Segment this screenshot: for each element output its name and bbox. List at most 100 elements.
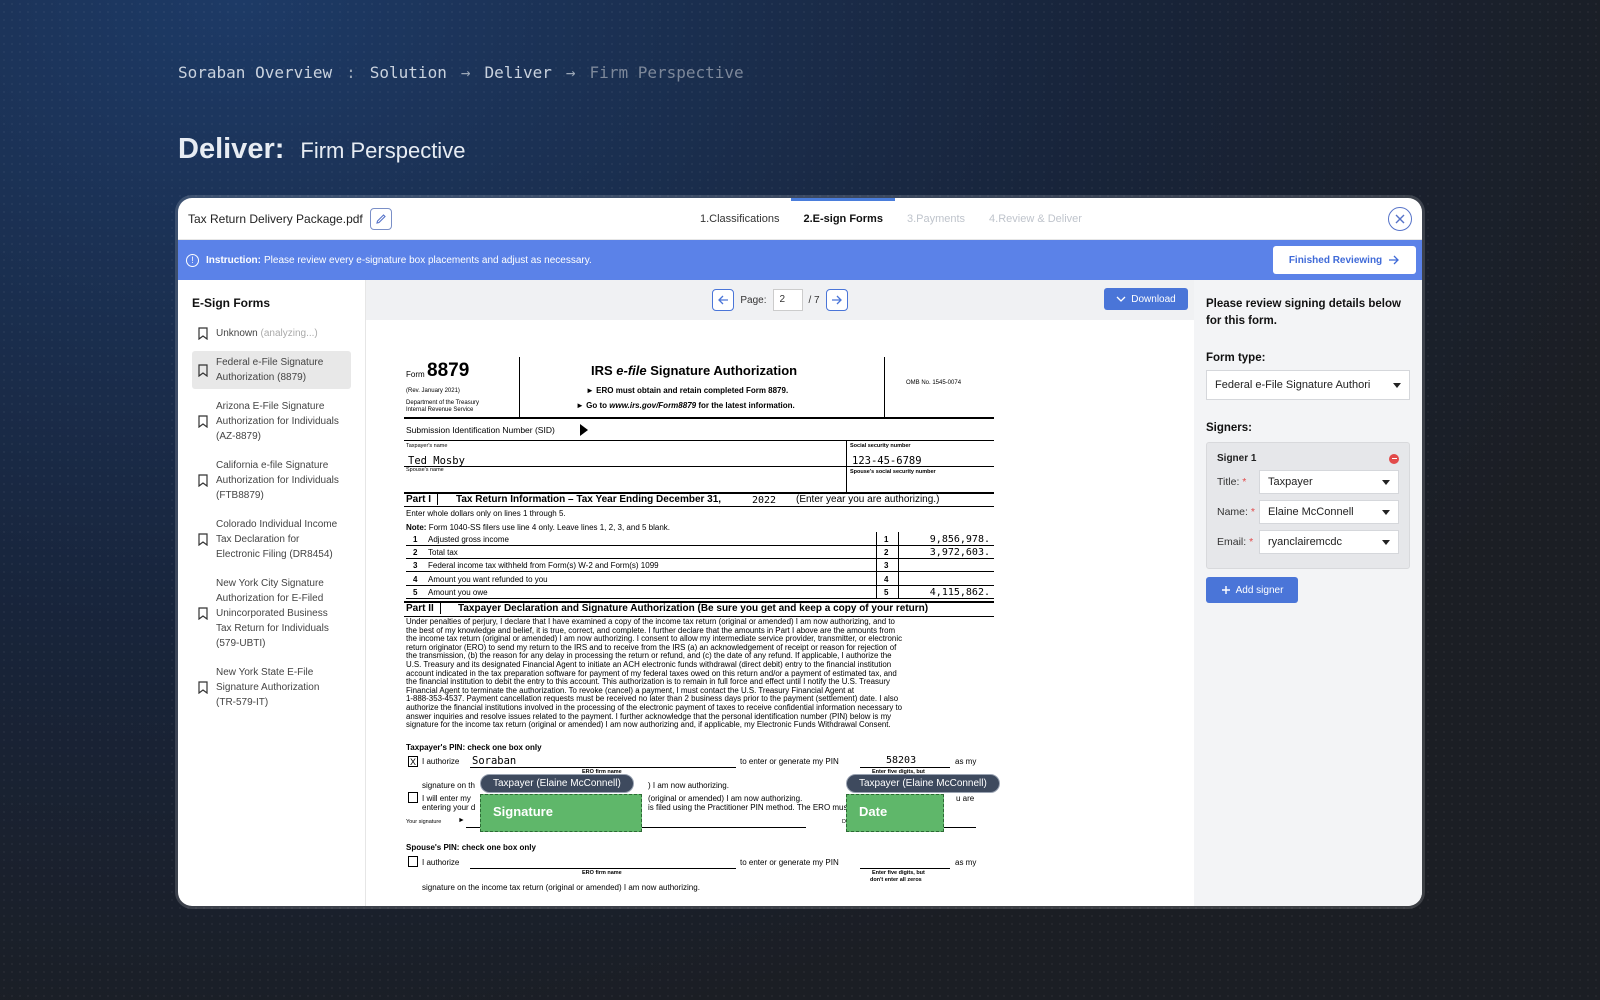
email-label-text: Email: bbox=[1217, 536, 1247, 548]
panel-heading: Please review signing details below for t… bbox=[1206, 296, 1410, 330]
sid-label: Submission Identification Number (SID) bbox=[406, 425, 555, 435]
rule bbox=[519, 357, 520, 417]
form-title: IRS e-file Signature Authorization bbox=[591, 363, 797, 378]
signer-tag-date[interactable]: Taxpayer (Elaine McConnell) bbox=[846, 774, 1000, 793]
remove-signer-icon[interactable] bbox=[1389, 453, 1399, 464]
title-label: Title: * bbox=[1217, 476, 1259, 488]
spouse-name-label: Spouse's name bbox=[406, 467, 444, 473]
sidebar-item-arizona[interactable]: Arizona E-File Signature Authorization fo… bbox=[192, 395, 351, 448]
sidebar-item-nys[interactable]: New York State E-File Signature Authoriza… bbox=[192, 661, 351, 714]
sidebar-item-federal-8879[interactable]: Federal e-File Signature Authorization (8… bbox=[192, 351, 351, 389]
part1-line: 1 Adjusted gross income 1 9,856,978. bbox=[406, 533, 994, 546]
pencil-icon bbox=[375, 213, 386, 224]
rule bbox=[470, 767, 736, 768]
whole-dollars-note: Enter whole dollars only on lines 1 thro… bbox=[406, 509, 566, 518]
name-select[interactable]: Elaine McConnell bbox=[1259, 500, 1399, 524]
rule bbox=[876, 532, 877, 599]
edit-filename-button[interactable] bbox=[369, 207, 392, 230]
add-signer-button[interactable]: Add signer bbox=[1206, 577, 1298, 603]
bookmark-icon bbox=[198, 533, 208, 546]
sidebar-item-line: New York City Signature bbox=[216, 578, 324, 589]
arrow-right-icon bbox=[1389, 255, 1400, 265]
sidebar-item-line: Authorization for Individuals bbox=[216, 416, 339, 427]
sidebar-item-line: Electronic Filing (DR8454) bbox=[216, 549, 333, 560]
rule bbox=[860, 767, 950, 768]
page-title: Deliver: Firm Perspective bbox=[178, 133, 465, 166]
close-icon bbox=[1395, 214, 1405, 224]
signer-tag-signature[interactable]: Taxpayer (Elaine McConnell) bbox=[480, 774, 634, 793]
line-box-number: 4 bbox=[884, 574, 889, 584]
note-bold: Note: bbox=[406, 523, 427, 532]
name-label-text: Name: bbox=[1217, 506, 1248, 518]
sidebar-item-line: (TR-579-IT) bbox=[216, 697, 269, 708]
tab-payments[interactable]: 3.Payments bbox=[895, 198, 977, 240]
line-number: 5 bbox=[413, 587, 418, 597]
signing-details-panel: Please review signing details below for t… bbox=[1194, 280, 1422, 906]
email-select[interactable]: ryanclairemcdc bbox=[1259, 530, 1399, 554]
sidebar-item-california[interactable]: California e-file Signature Authorization… bbox=[192, 454, 351, 507]
line-box-number: 3 bbox=[884, 561, 889, 571]
title-value: Taxpayer bbox=[1268, 476, 1313, 488]
sidebar-item-text: Arizona E-File Signature Authorization fo… bbox=[216, 399, 339, 444]
sidebar-item-line: Tax Return for Individuals bbox=[216, 623, 329, 634]
form-subtitle-part: ► Go to bbox=[576, 401, 610, 410]
breadcrumb-item-solution[interactable]: Solution bbox=[370, 63, 447, 82]
spouse-pin-checkbox bbox=[408, 856, 418, 867]
sidebar-item-text: Unknown (analyzing...) bbox=[216, 326, 318, 341]
form-title-part: e-file bbox=[616, 363, 647, 378]
breadcrumb-item-overview[interactable]: Soraban Overview bbox=[178, 63, 332, 82]
form-revision: (Rev. January 2021) bbox=[406, 388, 460, 394]
line-value: 4,115,862. bbox=[929, 586, 990, 598]
sidebar-item-line: (579-UBTI) bbox=[216, 638, 266, 649]
panel-heading-line: Please review signing details below bbox=[1206, 298, 1401, 310]
bookmark-icon bbox=[198, 363, 208, 377]
close-button[interactable] bbox=[1388, 207, 1412, 231]
breadcrumb-item-current: Firm Perspective bbox=[589, 63, 744, 82]
tab-esign-forms[interactable]: 2.E-sign Forms bbox=[791, 198, 896, 240]
form-dept: Department of the Treasury bbox=[406, 400, 480, 406]
line-label: Amount you owe bbox=[428, 587, 488, 597]
sidebar-item-nyc[interactable]: New York City Signature Authorization for… bbox=[192, 572, 351, 655]
signer-name-field: Name: * Elaine McConnell bbox=[1217, 500, 1399, 524]
prev-page-button[interactable] bbox=[712, 289, 735, 311]
breadcrumb-item-deliver[interactable]: Deliver bbox=[484, 63, 551, 82]
i-authorize-label: I authorize bbox=[422, 757, 460, 766]
spouse-sig-line: signature on the income tax return (orig… bbox=[422, 883, 700, 892]
download-button[interactable]: Download bbox=[1104, 288, 1188, 310]
date-box[interactable]: Date bbox=[846, 794, 944, 832]
signature-box[interactable]: Signature bbox=[480, 794, 642, 832]
finished-reviewing-button[interactable]: Finished Reviewing bbox=[1273, 246, 1416, 274]
sidebar-item-text: Colorado Individual Income Tax Declaratio… bbox=[216, 517, 337, 562]
next-page-button[interactable] bbox=[825, 289, 848, 311]
sidebar-item-line: Authorization for Individuals bbox=[216, 475, 339, 486]
spouse-i-authorize-label: I authorize bbox=[422, 858, 460, 867]
tab-classifications[interactable]: 1.Classifications bbox=[688, 198, 791, 240]
form-type-select[interactable]: Federal e-File Signature Authori bbox=[1206, 370, 1410, 400]
omb-number: OMB No. 1545-0074 bbox=[906, 380, 962, 386]
page-number-input[interactable]: 2 bbox=[772, 289, 803, 311]
pin-checkbox-unchecked bbox=[408, 792, 418, 803]
page-title-bold: Deliver: bbox=[178, 133, 285, 165]
panel-heading-line: for this form. bbox=[1206, 315, 1277, 327]
part2-title: Taxpayer Declaration and Signature Autho… bbox=[458, 603, 929, 614]
tab-review-deliver[interactable]: 4.Review & Deliver bbox=[977, 198, 1094, 240]
sidebar-item-line: (AZ-8879) bbox=[216, 431, 262, 442]
email-value: ryanclairemcdc bbox=[1268, 536, 1342, 548]
sidebar-item-unknown[interactable]: Unknown (analyzing...) bbox=[192, 322, 351, 345]
sidebar-item-line: Unknown bbox=[216, 328, 258, 339]
sidebar-item-colorado[interactable]: Colorado Individual Income Tax Declaratio… bbox=[192, 513, 351, 566]
form-subtitle-2: ► Go to www.irs.gov/Form8879 for the lat… bbox=[576, 401, 795, 410]
required-mark: * bbox=[1242, 476, 1247, 488]
sig-line-left: signature on th bbox=[422, 781, 475, 790]
name-label: Name: * bbox=[1217, 506, 1259, 518]
caret-down-icon bbox=[1382, 509, 1390, 515]
ero-name-value: Soraban bbox=[472, 755, 517, 767]
pager: Page: 2 / 7 bbox=[366, 280, 1194, 320]
breadcrumb-separator: : bbox=[346, 63, 356, 82]
part1-note: (Enter year you are authorizing.) bbox=[796, 494, 940, 505]
add-signer-label: Add signer bbox=[1235, 584, 1284, 596]
bookmark-icon bbox=[198, 681, 208, 694]
name-value: Elaine McConnell bbox=[1268, 506, 1354, 518]
pin-checkbox-checked: X bbox=[408, 756, 418, 767]
title-select[interactable]: Taxpayer bbox=[1259, 470, 1399, 494]
